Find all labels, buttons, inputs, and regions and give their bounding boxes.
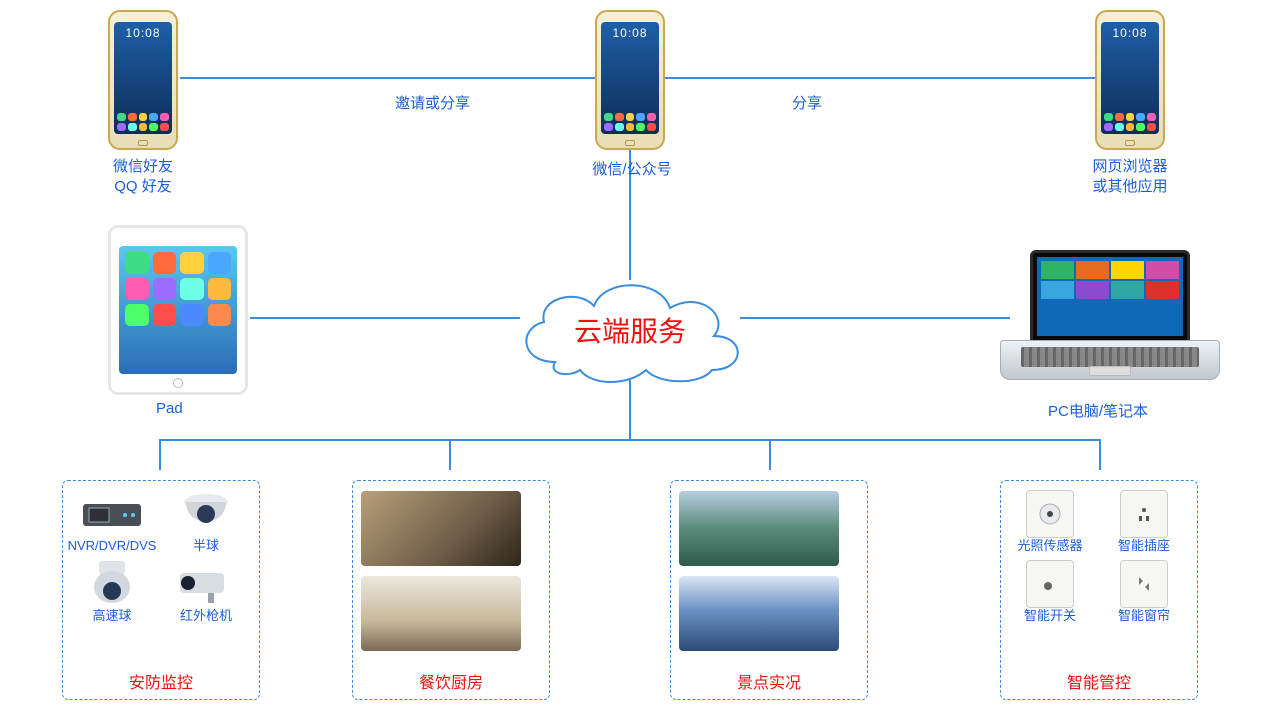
item-speed-dome: 高速球 (71, 561, 153, 623)
scenic-photo-1 (679, 491, 839, 566)
item-dome-camera: 半球 (165, 491, 247, 553)
smart-socket-icon (1112, 491, 1176, 537)
scenic-photo-2 (679, 576, 839, 651)
dome-camera-icon (174, 491, 238, 537)
item-ir-bullet-camera: 红外枪机 (165, 561, 247, 623)
phone-center-label: 微信/公众号 (582, 158, 682, 179)
smart-curtain-icon (1112, 561, 1176, 607)
speed-dome-icon (80, 561, 144, 607)
phone-right-label-2: 或其他应用 (1085, 175, 1175, 196)
light-sensor-icon (1018, 491, 1082, 537)
bullet-camera-icon (174, 561, 238, 607)
pad-label: Pad (156, 400, 183, 417)
item-light-sensor: 光照传感器 (1009, 491, 1091, 553)
edge-label-share: 分享 (792, 92, 822, 113)
nvr-icon (80, 491, 144, 537)
laptop-pc (1000, 250, 1220, 390)
phone-wechat-qq: 10:08 (108, 10, 178, 150)
cloud-label: 云端服务 (574, 310, 686, 350)
kitchen-photo-2 (361, 576, 521, 651)
category-smart: 光照传感器 智能插座 智能开关 智能窗帘 智能管控 (1000, 480, 1198, 700)
item-smart-socket: 智能插座 (1103, 491, 1185, 553)
category-kitchen: 餐饮厨房 (352, 480, 550, 700)
item-smart-switch: 智能开关 (1009, 561, 1091, 623)
phone-wechat-official: 10:08 (595, 10, 665, 150)
category-security: NVR/DVR/DVS 半球 高速球 红外枪机 安防监控 (62, 480, 260, 700)
phone-right-label-1: 网页浏览器 (1085, 155, 1175, 176)
item-nvr-dvr-dvs: NVR/DVR/DVS (71, 491, 153, 553)
smart-title: 智能管控 (1001, 669, 1197, 693)
pc-label: PC电脑/笔记本 (1048, 400, 1148, 421)
tablet-pad (108, 225, 248, 395)
category-scenic: 景点实况 (670, 480, 868, 700)
item-smart-curtain: 智能窗帘 (1103, 561, 1185, 623)
scenic-title: 景点实况 (671, 669, 867, 693)
kitchen-photo-1 (361, 491, 521, 566)
security-title: 安防监控 (63, 669, 259, 693)
phone-left-label-1: 微信好友 (103, 155, 183, 176)
phone-left-label-2: QQ 好友 (103, 175, 183, 196)
kitchen-title: 餐饮厨房 (353, 669, 549, 693)
edge-label-invite-share: 邀请或分享 (395, 92, 470, 113)
phone-browser: 10:08 (1095, 10, 1165, 150)
cloud-service: 云端服务 (500, 270, 760, 390)
smart-switch-icon (1018, 561, 1082, 607)
